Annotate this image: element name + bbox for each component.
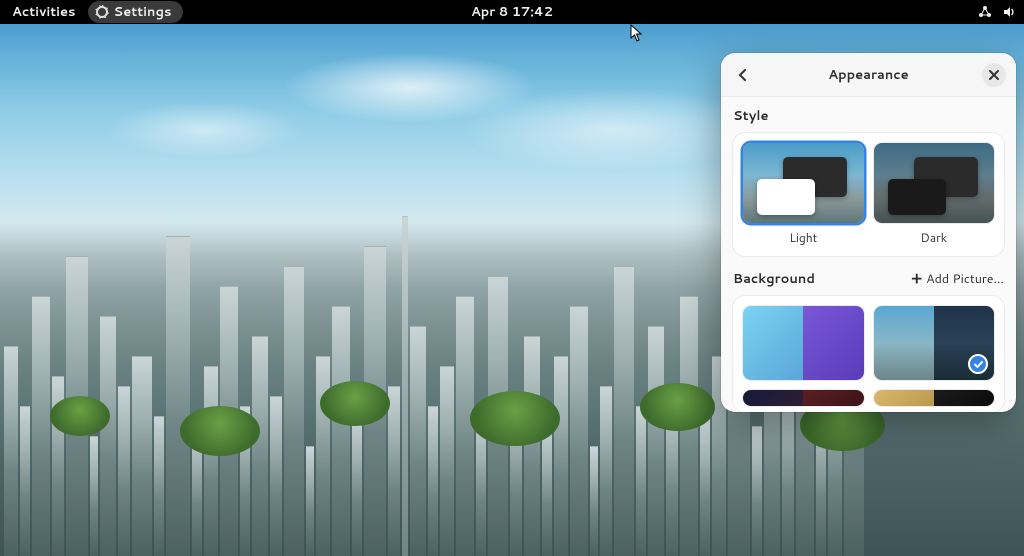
appearance-panel: Appearance Style Light bbox=[721, 53, 1016, 412]
plus-icon: + bbox=[911, 271, 922, 287]
background-heading: Background bbox=[733, 270, 815, 288]
activities-button[interactable]: Activities bbox=[8, 1, 80, 23]
style-card: Light Dark bbox=[733, 133, 1004, 256]
style-label-light: Light bbox=[743, 229, 864, 246]
close-icon bbox=[989, 70, 999, 80]
background-option[interactable] bbox=[743, 390, 864, 406]
gear-icon bbox=[96, 6, 108, 18]
style-label-dark: Dark bbox=[874, 229, 995, 246]
clock[interactable]: Apr 8 17:42 bbox=[471, 3, 553, 21]
add-picture-button[interactable]: + Add Picture… bbox=[911, 270, 1004, 288]
network-icon[interactable] bbox=[978, 5, 992, 19]
close-button[interactable] bbox=[982, 63, 1006, 87]
panel-title: Appearance bbox=[828, 66, 908, 84]
background-option[interactable] bbox=[743, 306, 864, 380]
volume-icon[interactable] bbox=[1002, 5, 1016, 19]
back-button[interactable] bbox=[729, 61, 757, 89]
style-heading: Style bbox=[733, 107, 1004, 125]
background-option[interactable] bbox=[874, 390, 995, 406]
panel-header: Appearance bbox=[721, 53, 1016, 97]
selected-check-icon bbox=[968, 354, 988, 374]
style-option-dark[interactable] bbox=[874, 143, 995, 223]
style-option-light[interactable] bbox=[743, 143, 864, 223]
settings-app-indicator[interactable]: Settings bbox=[88, 1, 184, 23]
top-bar: Activities Settings Apr 8 17:42 bbox=[0, 0, 1024, 24]
settings-app-label: Settings bbox=[114, 3, 172, 21]
background-card bbox=[733, 296, 1004, 412]
chevron-left-icon bbox=[737, 69, 749, 81]
add-picture-label: Add Picture… bbox=[926, 270, 1004, 288]
background-option[interactable] bbox=[874, 306, 995, 380]
